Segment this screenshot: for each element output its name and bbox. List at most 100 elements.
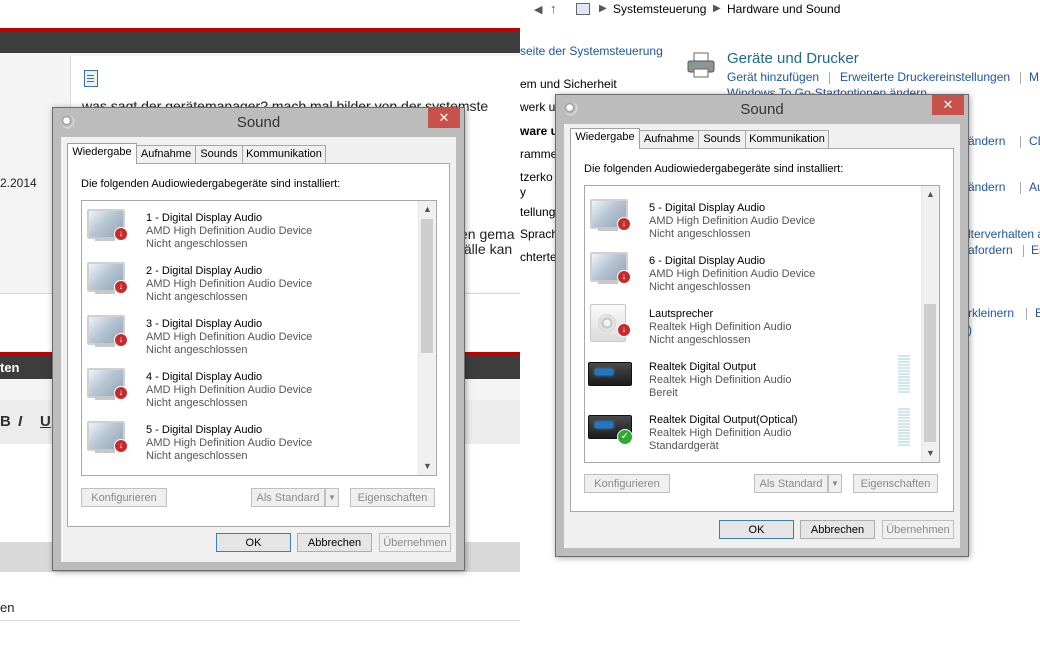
device-list[interactable]: ↓ ↓ 5 - Digital Display Audio AMD High D… bbox=[584, 185, 940, 463]
tab-wiedergabe[interactable]: Wiedergabe bbox=[570, 128, 640, 149]
link-more[interactable]: M bbox=[1029, 70, 1039, 84]
set-default-button[interactable]: Als Standard bbox=[251, 488, 325, 507]
nav-link-system-security[interactable]: em und Sicherheit bbox=[520, 77, 617, 91]
configure-button[interactable]: Konfigurieren bbox=[81, 488, 167, 507]
nav-link-clock[interactable]: tellung bbox=[520, 205, 555, 219]
link-cd[interactable]: CD bbox=[1029, 134, 1040, 148]
breadcrumb-hardware-und-sound[interactable]: Hardware und Sound bbox=[727, 2, 840, 16]
device-list[interactable]: ↓ 1 - Digital Display Audio AMD High Def… bbox=[81, 200, 437, 476]
device-status: Nicht angeschlossen bbox=[649, 334, 751, 346]
list-item[interactable]: ↓ bbox=[585, 185, 921, 186]
link-request[interactable]: afordern bbox=[968, 243, 1013, 257]
device-driver: Realtek High Definition Audio bbox=[649, 427, 792, 439]
scroll-down-arrow-icon[interactable]: ▼ bbox=[922, 445, 939, 462]
dialog-title-bar[interactable]: Sound ✕ bbox=[556, 95, 968, 123]
tab-sounds[interactable]: Sounds bbox=[195, 145, 243, 163]
ok-button[interactable]: OK bbox=[216, 533, 291, 552]
up-arrow-icon[interactable]: ↑ bbox=[550, 1, 557, 16]
scroll-up-arrow-icon[interactable]: ▲ bbox=[922, 186, 939, 203]
list-item[interactable]: ↓ 4 - Digital Display Audio AMD High Def… bbox=[82, 362, 418, 415]
dialog-body: Wiedergabe Aufnahme Sounds Kommunikation… bbox=[61, 137, 456, 562]
list-item[interactable]: ↓ 5 - Digital Display Audio AMD High Def… bbox=[82, 415, 418, 468]
list-item[interactable]: ↓ 5 - Digital Display Audio AMD High Def… bbox=[585, 193, 921, 246]
close-button[interactable]: ✕ bbox=[428, 108, 460, 128]
configure-button[interactable]: Konfigurieren bbox=[584, 474, 670, 493]
bold-button[interactable]: B bbox=[0, 413, 11, 430]
nav-link-home[interactable]: seite der Systemsteuerung bbox=[520, 44, 663, 58]
nav-link-language[interactable]: Sprach bbox=[520, 227, 558, 241]
list-item[interactable]: ↓ Lautsprecher Realtek High Definition A… bbox=[585, 299, 921, 352]
breadcrumb-separator-icon[interactable]: ▶ bbox=[713, 3, 721, 14]
tab-sounds[interactable]: Sounds bbox=[698, 130, 746, 148]
cancel-button[interactable]: Abbrechen bbox=[800, 520, 875, 539]
scroll-down-arrow-icon[interactable]: ▼ bbox=[419, 458, 436, 475]
nav-link-hardware[interactable]: ware u bbox=[520, 124, 558, 138]
link-er[interactable]: Er bbox=[1031, 243, 1040, 257]
dialog-title: Sound bbox=[740, 101, 784, 118]
disconnected-badge-icon: ↓ bbox=[114, 386, 128, 400]
device-driver: AMD High Definition Audio Device bbox=[649, 268, 816, 280]
list-item[interactable]: Realtek Digital Output Realtek High Defi… bbox=[585, 352, 921, 405]
document-icon[interactable] bbox=[84, 70, 98, 87]
vertical-scrollbar[interactable]: ▲ ▼ bbox=[418, 201, 436, 475]
device-driver: Realtek High Definition Audio bbox=[649, 321, 792, 333]
tab-aufnahme[interactable]: Aufnahme bbox=[639, 130, 699, 148]
list-item[interactable]: ↓ 2 - Digital Display Audio AMD High Def… bbox=[82, 256, 418, 309]
link-advanced-printer-settings[interactable]: Erweiterte Druckereinstellungen bbox=[840, 70, 1010, 84]
link-shrink[interactable]: rkleinern bbox=[968, 306, 1014, 320]
set-default-dropdown-arrow-icon[interactable]: ▼ bbox=[325, 488, 339, 507]
link-change-2[interactable]: ändern bbox=[968, 180, 1005, 194]
disconnected-badge-icon: ↓ bbox=[114, 280, 128, 294]
back-arrow-icon[interactable]: ◀ bbox=[534, 3, 542, 16]
device-name: 4 - Digital Display Audio bbox=[146, 371, 263, 383]
set-default-dropdown-arrow-icon[interactable]: ▼ bbox=[828, 474, 842, 493]
list-item[interactable]: ✓ Realtek Digital Output(Optical) Realte… bbox=[585, 405, 921, 458]
apply-button[interactable]: Übernehmen bbox=[882, 520, 954, 539]
default-device-check-icon: ✓ bbox=[617, 429, 633, 445]
link-separator bbox=[1020, 72, 1021, 84]
dialog-title-bar[interactable]: Sound ✕ bbox=[53, 108, 464, 136]
breadcrumb-systemsteuerung[interactable]: Systemsteuerung bbox=[613, 2, 706, 16]
disconnected-badge-icon: ↓ bbox=[617, 217, 631, 231]
close-button[interactable]: ✕ bbox=[932, 95, 964, 115]
link-add-device[interactable]: Gerät hinzufügen bbox=[727, 70, 819, 84]
underline-button[interactable]: U bbox=[40, 413, 51, 430]
device-name: 1 - Digital Display Audio bbox=[146, 212, 263, 224]
cancel-button[interactable]: Abbrechen bbox=[297, 533, 372, 552]
tab-kommunikation[interactable]: Kommunikation bbox=[745, 130, 829, 148]
printer-icon[interactable] bbox=[686, 52, 716, 78]
device-status: Bereit bbox=[649, 387, 678, 399]
tab-aufnahme[interactable]: Aufnahme bbox=[136, 145, 196, 163]
tab-kommunikation[interactable]: Kommunikation bbox=[242, 145, 326, 163]
set-default-button[interactable]: Als Standard bbox=[754, 474, 828, 493]
link-au[interactable]: Au bbox=[1029, 180, 1040, 194]
breadcrumb-separator-icon[interactable]: ▶ bbox=[599, 3, 607, 14]
device-status: Nicht angeschlossen bbox=[649, 228, 751, 240]
link-change-1[interactable]: ändern bbox=[968, 134, 1005, 148]
properties-button[interactable]: Eigenschaften bbox=[350, 488, 435, 507]
list-item[interactable]: ↓ 3 - Digital Display Audio AMD High Def… bbox=[82, 309, 418, 362]
nav-link-network[interactable]: werk u bbox=[520, 100, 555, 114]
tab-wiedergabe[interactable]: Wiedergabe bbox=[67, 143, 137, 164]
link-power-behavior[interactable]: lterverhalten a bbox=[968, 227, 1040, 241]
scrollbar-thumb[interactable] bbox=[924, 304, 936, 442]
nav-link-users[interactable]: tzerko bbox=[520, 170, 553, 184]
link-e[interactable]: E bbox=[1035, 306, 1040, 320]
link-separator bbox=[1026, 308, 1027, 320]
section-title-devices-printers[interactable]: Geräte und Drucker bbox=[727, 50, 859, 67]
ok-button[interactable]: OK bbox=[719, 520, 794, 539]
italic-button[interactable]: I bbox=[18, 413, 22, 430]
link-separator bbox=[1020, 136, 1021, 148]
forum-section-header: ten bbox=[0, 360, 20, 375]
scroll-up-arrow-icon[interactable]: ▲ bbox=[419, 201, 436, 218]
list-item[interactable]: ↓ 1 - Digital Display Audio AMD High Def… bbox=[82, 203, 418, 256]
scrollbar-thumb[interactable] bbox=[421, 219, 433, 353]
apply-button[interactable]: Übernehmen bbox=[379, 533, 451, 552]
nav-link-ease-of-access[interactable]: chterte bbox=[520, 250, 557, 264]
list-item[interactable]: ↓ 6 - Digital Display Audio AMD High Def… bbox=[585, 246, 921, 299]
properties-button[interactable]: Eigenschaften bbox=[853, 474, 938, 493]
nav-link-appearance[interactable]: y bbox=[520, 185, 526, 199]
link-separator bbox=[829, 72, 830, 84]
vertical-scrollbar[interactable]: ▲ ▼ bbox=[921, 186, 939, 462]
nav-link-programs[interactable]: ramme bbox=[520, 147, 557, 161]
